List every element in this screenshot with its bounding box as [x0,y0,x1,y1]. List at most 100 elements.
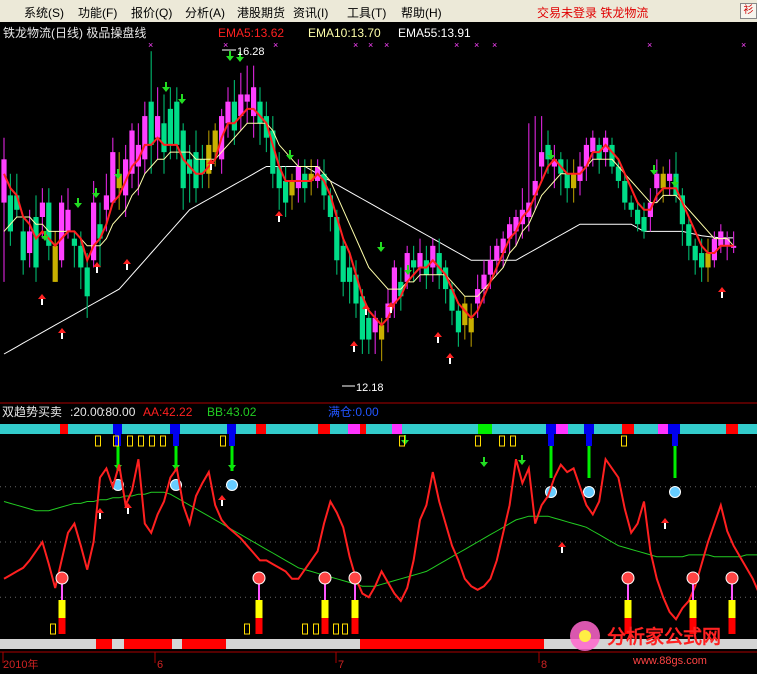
candle-body [641,217,647,232]
ribbon-top-segment [170,424,180,434]
candle-body [628,202,634,210]
ribbon-top-segment [658,424,668,434]
stack-bar-stem [324,584,326,600]
candle-body [142,116,148,160]
ribbon-top-segment [60,424,68,434]
candle-body [539,152,545,167]
sub-param1: :20.00 [70,405,104,419]
ema55-label: EMA55:13.91 [398,26,471,40]
ribbon-top-segment [360,424,366,434]
candle-body [417,253,423,268]
candle-body [487,260,493,275]
stack-bar-stem [354,584,356,600]
stack-ball-red [252,571,266,585]
ribbon-top-segment [236,424,256,434]
ribbon-top-segment [392,424,402,434]
ema5-label: EMA5:13.62 [218,26,284,40]
stack-bar-yellow [624,600,632,618]
position-bar-blue [548,434,554,446]
menu-system[interactable]: 系统(S) [24,4,64,21]
candle-body [212,130,218,153]
menu-quote[interactable]: 报价(Q) [131,4,172,21]
stack-bar-yellow [728,600,736,618]
candle-body [436,253,442,275]
candle-body [20,231,26,261]
candle-body [455,310,461,333]
candle-body [231,101,237,131]
window-button[interactable]: 衫 [740,3,757,19]
menu-hk-futures[interactable]: 港股期货 [237,4,285,21]
ribbon-top-segment [348,424,360,434]
ribbon-bottom-segment [112,639,124,649]
candle-body [27,231,33,254]
top-cross-mark: × [384,40,389,50]
menu-tools[interactable]: 工具(T) [347,4,386,21]
ribbon-top-segment [622,424,634,434]
candle-body [257,101,263,124]
position-bar-green [549,446,553,478]
candle-body [289,180,295,196]
buy-arrow-shaft [449,358,451,364]
ribbon-top-segment [68,424,113,434]
menu-bar: 系统(S) 功能(F) 报价(Q) 分析(A) 港股期货 资讯(I) 工具(T)… [0,0,757,23]
top-cross-mark: × [353,40,358,50]
ribbon-top-segment [738,424,757,434]
stack-bar-yellow [321,600,329,618]
buy-arrow-shaft [278,216,280,222]
candle-body [244,94,250,102]
sub-buy-arrow-shaft [221,500,223,506]
candle-body [52,245,58,282]
candle-body [1,159,7,203]
buy-arrow-shaft [96,267,98,273]
ribbon-top-segment [556,424,568,434]
menu-analysis[interactable]: 分析(A) [185,4,225,21]
sub-buy-arrow-shaft [99,513,101,519]
candle-body [340,245,346,282]
candle-body [39,202,45,217]
ribbon-top-segment [546,424,556,434]
buy-arrow-shaft [353,346,355,352]
ema10-label: EMA10:13.70 [308,26,381,40]
stack-ball-red [686,571,700,585]
ribbon-top-segment [0,424,60,434]
menu-info[interactable]: 资讯(I) [293,4,328,21]
position-ball-blue [669,486,681,498]
ribbon-top-segment [122,424,170,434]
position-bar-blue [586,434,592,446]
candle-body [167,108,173,145]
candle-body [692,245,698,261]
ribbon-top-segment [594,424,622,434]
ribbon-top-segment [180,424,227,434]
ribbon-top-segment [113,424,122,434]
ribbon-top-segment [726,424,738,434]
x-label-7: 7 [338,659,344,671]
candle-body [667,173,673,181]
buy-arrow-shaft [390,307,392,313]
menu-function[interactable]: 功能(F) [78,4,117,21]
aa-label: AA:42.22 [143,405,193,419]
candle-body [468,317,474,333]
full-position-label: 满仓:0.00 [328,405,379,419]
buy-arrow-shaft [437,337,439,343]
candle-body [103,195,109,210]
x-label-6: 6 [157,659,163,671]
top-cross-mark: × [741,40,746,50]
ribbon-bottom-segment [96,639,112,649]
watermark-url: www.88gs.com [632,655,707,667]
ribbon-top-segment [266,424,318,434]
candle-body [660,173,666,189]
top-cross-mark: × [647,40,652,50]
ribbon-top-segment [492,424,546,434]
candle-body [686,224,692,246]
buy-arrow-shaft [365,309,367,315]
menu-help[interactable]: 帮助(H) [401,4,442,21]
stack-bar-red [728,618,736,634]
sub-title: 双趋势买卖 [2,405,62,419]
chart-area: × × × × × × × × × × × 铁龙物流(日线) 极品操盘线 EMA5:13.62 EM… [0,22,757,674]
top-cross-mark: × [148,40,153,50]
candle-body [711,238,717,261]
candle-body [161,123,167,153]
ribbon-top-segment [402,424,478,434]
candle-body [78,245,84,268]
ribbon-top-segment [668,424,680,434]
